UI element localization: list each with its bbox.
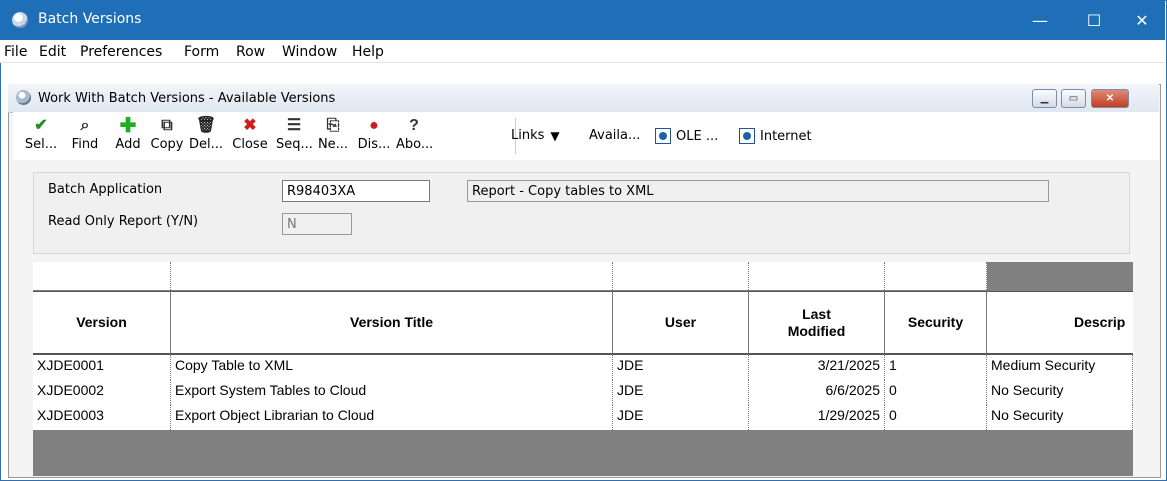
row3-security[interactable]: 0: [885, 405, 987, 430]
delete-button-label: Del...: [188, 137, 224, 152]
trash-icon: 🗑: [195, 117, 217, 134]
qbe-security[interactable]: [885, 262, 987, 290]
select-button[interactable]: ✔ Sel...: [23, 116, 59, 156]
child-window-title: Work With Batch Versions - Available Ver…: [38, 91, 336, 106]
row1-version[interactable]: XJDE0001: [33, 355, 171, 380]
toolbar: ✔ Sel... ⌕ Find ✚ Add ⧉ Copy 🗑 Del... ✖ …: [13, 112, 1159, 160]
display-button[interactable]: ● Dis...: [355, 116, 393, 156]
batch-application-label: Batch Application: [48, 182, 163, 197]
row2-description[interactable]: No Security: [987, 380, 1133, 405]
add-icon: ✚: [119, 115, 137, 137]
row1-security[interactable]: 1: [885, 355, 987, 380]
window-title: Batch Versions: [38, 11, 142, 27]
find-icon: ⌕: [80, 117, 90, 134]
batch-application-description: Report - Copy tables to XML: [467, 180, 1049, 202]
batch-application-input[interactable]: R98403XA: [282, 180, 430, 202]
menu-row[interactable]: Row: [236, 44, 265, 60]
sequence-button-label: Seq...: [276, 137, 313, 152]
menu-form[interactable]: Form: [184, 44, 219, 60]
copy-button[interactable]: ⧉ Copy: [148, 116, 186, 156]
row2-user[interactable]: JDE: [613, 380, 749, 405]
find-button[interactable]: ⌕ Find: [65, 116, 105, 156]
child-globe-icon: [16, 90, 31, 105]
menu-help[interactable]: Help: [352, 44, 384, 60]
find-button-label: Find: [71, 137, 99, 152]
header-version[interactable]: Version: [33, 291, 171, 355]
row1-last-modified[interactable]: 3/21/2025: [749, 355, 885, 380]
display-icon: ●: [369, 117, 379, 134]
links-label: Links: [511, 128, 545, 143]
row3-description[interactable]: No Security: [987, 405, 1133, 430]
internet-icon: [739, 128, 755, 144]
header-security[interactable]: Security: [885, 291, 987, 355]
row1-user[interactable]: JDE: [613, 355, 749, 380]
menu-edit[interactable]: Edit: [39, 44, 66, 60]
ole-link[interactable]: OLE ...: [655, 128, 718, 144]
header-version-title[interactable]: Version Title: [171, 291, 613, 355]
child-restore-button[interactable]: ▭: [1061, 89, 1086, 108]
row3-version-title[interactable]: Export Object Librarian to Cloud: [171, 405, 613, 430]
menu-bar: File Edit Preferences Form Row Window He…: [0, 40, 1165, 63]
row2-security[interactable]: 0: [885, 380, 987, 405]
header-last-modified[interactable]: Last Modified: [749, 291, 885, 355]
copy-icon: ⧉: [161, 117, 173, 134]
sequence-button[interactable]: ☰ Seq...: [276, 116, 313, 156]
internet-label: Internet: [760, 128, 812, 144]
menu-preferences[interactable]: Preferences: [80, 44, 162, 60]
about-button-label: Abo...: [396, 137, 434, 152]
row2-version-title[interactable]: Export System Tables to Cloud: [171, 380, 613, 405]
child-title-bar[interactable]: Work With Batch Versions - Available Ver…: [8, 84, 1159, 113]
child-minimize-button[interactable]: ▁: [1032, 89, 1057, 108]
versions-grid: Version Version Title User Last Modified…: [33, 262, 1133, 476]
read-only-label: Read Only Report (Y/N): [48, 214, 199, 229]
row1-description[interactable]: Medium Security: [987, 355, 1133, 380]
close-icon: ✖: [243, 117, 257, 134]
qbe-version[interactable]: [33, 262, 171, 290]
display-button-label: Dis...: [357, 137, 391, 152]
internet-link[interactable]: Internet: [739, 128, 812, 144]
row3-user[interactable]: JDE: [613, 405, 749, 430]
read-only-input[interactable]: N: [282, 213, 352, 235]
menu-window[interactable]: Window: [282, 44, 337, 60]
new-button-label: Ne...: [317, 137, 349, 152]
new-icon: ⎘: [326, 117, 340, 134]
chevron-down-icon: ▼: [550, 128, 560, 143]
header-user[interactable]: User: [613, 291, 749, 355]
add-button-label: Add: [115, 137, 141, 152]
close-button-label: Close: [232, 137, 268, 152]
row3-last-modified[interactable]: 1/29/2025: [749, 405, 885, 430]
close-window-button[interactable]: ✕: [1119, 0, 1165, 40]
qbe-version-title[interactable]: [171, 262, 613, 290]
header-description[interactable]: Descrip: [987, 291, 1133, 355]
minimize-button[interactable]: —: [1017, 0, 1063, 40]
delete-button[interactable]: 🗑 Del...: [188, 116, 224, 156]
links-dropdown[interactable]: Links ▼: [511, 128, 560, 143]
close-button[interactable]: ✖ Close: [228, 116, 272, 156]
about-button[interactable]: ? Abo...: [396, 116, 434, 156]
qbe-user[interactable]: [613, 262, 749, 290]
available-link[interactable]: Availa...: [589, 128, 640, 143]
about-icon: ?: [409, 117, 419, 134]
row2-version[interactable]: XJDE0002: [33, 380, 171, 405]
sequence-icon: ☰: [286, 117, 302, 134]
qbe-last-modified[interactable]: [749, 262, 885, 290]
child-close-button[interactable]: ✕: [1091, 89, 1129, 108]
row1-version-title[interactable]: Copy Table to XML: [171, 355, 613, 380]
select-button-label: Sel...: [24, 137, 58, 152]
add-button[interactable]: ✚ Add: [111, 116, 145, 156]
row2-last-modified[interactable]: 6/6/2025: [749, 380, 885, 405]
maximize-button[interactable]: ☐: [1071, 0, 1117, 40]
app-globe-icon: [12, 12, 28, 28]
new-button[interactable]: ⎘ Ne...: [315, 116, 351, 156]
menu-file[interactable]: File: [4, 44, 27, 60]
row3-version[interactable]: XJDE0003: [33, 405, 171, 430]
ole-label: OLE ...: [676, 128, 719, 144]
copy-button-label: Copy: [150, 137, 184, 152]
title-bar[interactable]: Batch Versions — ☐ ✕: [0, 0, 1165, 40]
ole-icon: [655, 128, 671, 144]
check-icon: ✔: [34, 117, 48, 134]
